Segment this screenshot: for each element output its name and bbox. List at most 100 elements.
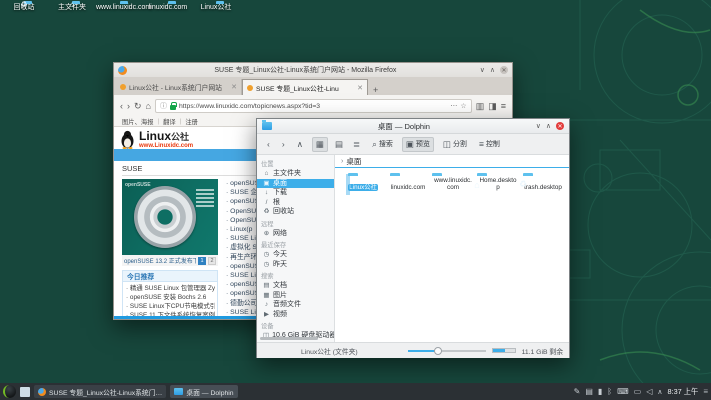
firefox-minimize-button[interactable]: ∨ <box>480 66 485 74</box>
file-item[interactable]: Linux公社 <box>341 176 385 194</box>
tray-volume-icon[interactable]: ◁ <box>646 387 652 397</box>
today-recommend-box: 今日推荐 · 精通 SUSE Linux 包管理器 Zypper· openSU… <box>122 270 218 319</box>
places-scrollbar[interactable] <box>260 337 318 340</box>
download-icon: ↓ <box>263 188 270 198</box>
dolphin-forward-button[interactable]: › <box>282 139 285 149</box>
bookmark-item[interactable]: 图片、海报 <box>122 117 153 126</box>
url-bar[interactable]: ⓘ https://www.linuxidc.com/topicnews.asp… <box>155 99 472 113</box>
places-item[interactable]: ⌂主文件夹 <box>261 169 334 179</box>
tab-close-icon[interactable]: ✕ <box>231 83 237 91</box>
url-text[interactable]: https://www.linuxidc.com/topicnews.aspx?… <box>179 103 447 110</box>
places-item[interactable]: ⊕网络 <box>261 229 334 239</box>
places-item[interactable]: ♪音频文件 <box>261 300 334 310</box>
desktop-icon-label: www.linuxidc.com <box>96 4 144 12</box>
places-item[interactable]: ▤文档 <box>261 281 334 291</box>
sidebar-button[interactable]: ◨ <box>488 101 497 111</box>
desktop-icon[interactable]: linuxidc.com <box>144 4 192 12</box>
compact-view-button[interactable]: ▤ <box>335 139 343 150</box>
tray-expand-icon[interactable]: ∧ <box>657 388 662 396</box>
bookmark-item[interactable]: 翻译 <box>163 117 176 126</box>
browser-tab[interactable]: SUSE 专题_Linux公社-Linu✕ <box>242 79 368 95</box>
places-item[interactable]: ▶视频 <box>261 310 334 320</box>
search-button[interactable]: ⌕搜索 <box>369 138 396 151</box>
carousel-page-1[interactable]: 1 <box>198 257 206 265</box>
menu-button[interactable]: ≡ <box>501 101 506 111</box>
places-section-header: 位置 <box>261 159 334 168</box>
file-item[interactable]: ⌂Home.desktop <box>476 176 520 194</box>
dolphin-window-title: 桌面 — Dolphin <box>272 121 536 132</box>
places-item[interactable]: ◷昨天 <box>261 260 334 270</box>
places-item[interactable]: ◷今天 <box>261 250 334 260</box>
preview-icon: ▣ <box>406 139 414 150</box>
new-tab-button[interactable]: + <box>368 85 383 95</box>
forward-button[interactable]: › <box>127 101 130 111</box>
file-item[interactable]: ♻trash.desktop <box>521 176 565 194</box>
dolphin-titlebar[interactable]: 桌面 — Dolphin ∨ ∧ ✕ <box>257 119 569 134</box>
tray-keyboard-icon[interactable]: ⌨ <box>617 387 629 397</box>
bookmark-separator: | <box>180 118 182 125</box>
recommend-link[interactable]: · SUSE Linux下CPU节电模式引发的故障 <box>126 302 215 311</box>
places-item[interactable]: ↓下载 <box>261 188 334 198</box>
doc-icon: ▤ <box>263 281 270 291</box>
firefox-titlebar[interactable]: SUSE 专题_Linux公社-Linux系统门户网站 - Mozilla Fi… <box>114 63 512 77</box>
recommend-link[interactable]: · 精通 SUSE Linux 包管理器 Zypper <box>126 284 215 293</box>
breadcrumb-label[interactable]: 桌面 <box>346 156 361 167</box>
dolphin-maximize-button[interactable]: ∧ <box>546 122 551 130</box>
reload-button[interactable]: ↻ <box>134 101 142 111</box>
places-item[interactable]: /根 <box>261 198 334 208</box>
icons-view-button[interactable]: ▦ <box>316 139 324 150</box>
featured-caption-text[interactable]: openSUSE 13.2 正式发布下载 <box>124 256 196 265</box>
details-view-button[interactable]: ≣ <box>353 139 360 150</box>
split-button[interactable]: ◫分割 <box>440 138 470 151</box>
tray-battery-icon[interactable]: ▮ <box>598 387 602 397</box>
task-button[interactable]: 桌面 — Dolphin <box>170 385 237 398</box>
bookmark-star-icon[interactable]: ☆ <box>460 102 466 110</box>
places-item-label: 图片 <box>273 291 287 301</box>
file-item[interactable]: www.linuxidc. com <box>431 176 475 194</box>
tray-bluetooth-icon[interactable]: ᛒ <box>607 387 612 397</box>
dolphin-minimize-button[interactable]: ∨ <box>536 122 541 130</box>
places-item[interactable]: ▦图片 <box>261 291 334 301</box>
control-button[interactable]: ≡控制 <box>476 138 503 150</box>
opensuse-dvd-image[interactable]: openSUSE <box>122 179 218 255</box>
zoom-slider[interactable] <box>408 347 486 355</box>
file-item[interactable]: linuxidc.com <box>386 176 430 194</box>
places-item[interactable]: ♻回收站 <box>261 207 334 217</box>
task-button[interactable]: SUSE 专题_Linux公社-Linux系统门… <box>34 385 166 398</box>
desktop-icon[interactable]: Linux公社 <box>192 4 240 12</box>
desktop-icon[interactable]: www.linuxidc.com <box>96 4 144 12</box>
recommend-link[interactable]: · openSUSE 安装 Bochs 2.6 <box>126 293 215 302</box>
home-button[interactable]: ⌂ <box>146 101 151 111</box>
desktop-icon-label: linuxidc.com <box>144 4 192 12</box>
places-item[interactable]: ▣桌面 <box>257 179 334 189</box>
app-launcher-button[interactable] <box>3 385 16 398</box>
firefox-icon <box>38 388 46 396</box>
browser-tab[interactable]: Linux公社 - Linux系统门户网站✕ <box>116 79 242 95</box>
tray-clipboard-icon[interactable]: ▤ <box>585 387 593 397</box>
zoom-slider-handle[interactable] <box>434 347 442 355</box>
tray-pen-icon[interactable]: ✎ <box>574 387 581 397</box>
page-info-icon[interactable]: ⓘ <box>160 101 167 111</box>
dolphin-close-button[interactable]: ✕ <box>556 122 564 130</box>
back-button[interactable]: ‹ <box>120 101 123 111</box>
carousel-page-2[interactable]: 2 <box>208 257 216 265</box>
bookmark-item[interactable]: 注册 <box>185 117 198 126</box>
firefox-close-button[interactable]: ✕ <box>500 66 508 74</box>
breadcrumb[interactable]: › 桌面 <box>335 155 569 168</box>
desktop-icon[interactable]: ♻回收站 <box>0 4 48 12</box>
library-button[interactable]: ▥ <box>476 101 485 111</box>
panel-toggle-icon[interactable]: ≡ <box>703 387 708 396</box>
places-item-label: 下载 <box>273 188 287 198</box>
tab-close-icon[interactable]: ✕ <box>357 84 363 92</box>
pager-icon[interactable] <box>20 387 30 397</box>
clock[interactable]: 8:37 上午 <box>668 387 699 397</box>
dolphin-up-button[interactable]: ∧ <box>297 139 303 150</box>
places-item-label: 视频 <box>273 310 287 320</box>
desktop-icon[interactable]: ⌂主文件夹 <box>48 4 96 12</box>
tray-display-icon[interactable]: ▭ <box>634 387 642 397</box>
preview-button[interactable]: ▣预览 <box>402 137 434 152</box>
page-actions-icon[interactable]: ⋯ <box>450 102 457 110</box>
firefox-maximize-button[interactable]: ∧ <box>490 66 495 74</box>
tab-favicon-icon <box>247 85 253 91</box>
dolphin-back-button[interactable]: ‹ <box>267 139 270 149</box>
